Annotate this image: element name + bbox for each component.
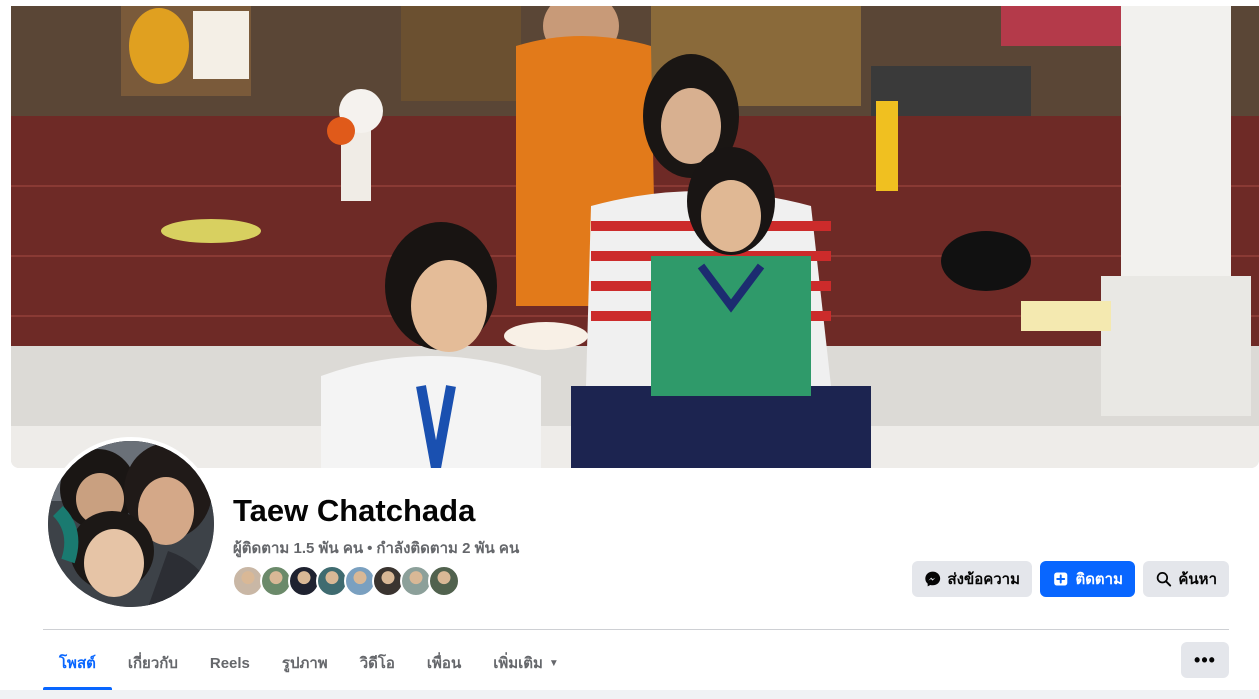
- tab-friends-label: เพื่อน: [426, 655, 462, 672]
- profile-avatar[interactable]: [44, 437, 218, 611]
- tab-videos-label: วิดีโอ: [359, 655, 395, 672]
- tab-reels[interactable]: Reels: [194, 636, 266, 690]
- tab-photos[interactable]: รูปภาพ: [266, 636, 344, 690]
- profile-page: Taew Chatchada ผู้ติดตาม 1.5 พัน คน • กำลั…: [0, 0, 1259, 699]
- tab-posts-label: โพสต์: [59, 655, 96, 672]
- search-button-label: ค้นหา: [1178, 571, 1217, 588]
- feed-background: [0, 690, 1259, 699]
- followers-count[interactable]: ผู้ติดตาม 1.5 พัน คน: [233, 540, 363, 557]
- follow-button-label: ติดตาม: [1075, 571, 1123, 588]
- profile-name: Taew Chatchada: [233, 493, 476, 528]
- tab-posts[interactable]: โพสต์: [43, 636, 112, 690]
- stats-separator: •: [367, 540, 373, 557]
- follow-stats: ผู้ติดตาม 1.5 พัน คน • กำลังติดตาม 2 พัน ค…: [233, 536, 519, 560]
- search-icon: [1156, 572, 1172, 587]
- tab-about-label: เกี่ยวกับ: [127, 655, 178, 672]
- tab-more-label: เพิ่มเติม: [493, 655, 543, 672]
- tab-videos[interactable]: วิดีโอ: [344, 636, 411, 690]
- profile-tabs: โพสต์ เกี่ยวกับ Reels รูปภาพ วิดีโอ เพื่…: [43, 636, 575, 690]
- tab-more[interactable]: เพิ่มเติม ▼: [477, 636, 575, 690]
- more-options-button[interactable]: •••: [1181, 642, 1229, 678]
- friend-avatar-stack[interactable]: [232, 565, 460, 597]
- header-divider: [43, 629, 1229, 630]
- messenger-icon: [925, 571, 941, 587]
- cover-photo[interactable]: [11, 6, 1259, 468]
- avatar-image: [48, 441, 214, 607]
- tab-reels-label: Reels: [209, 654, 250, 672]
- follow-add-icon: [1054, 572, 1068, 586]
- friend-avatar[interactable]: [428, 565, 460, 597]
- message-button[interactable]: ส่งข้อความ: [912, 561, 1032, 597]
- follow-button[interactable]: ติดตาม: [1040, 561, 1135, 597]
- avatar-illustration: [48, 441, 214, 607]
- tab-photos-label: รูปภาพ: [281, 655, 328, 672]
- more-options-icon: •••: [1194, 649, 1216, 670]
- following-count[interactable]: กำลังติดตาม 2 พัน คน: [376, 540, 519, 557]
- message-button-label: ส่งข้อความ: [947, 571, 1020, 588]
- tab-friends[interactable]: เพื่อน: [411, 636, 477, 690]
- cover-photo-illustration: [11, 6, 1259, 468]
- search-button[interactable]: ค้นหา: [1143, 561, 1229, 597]
- caret-down-icon: ▼: [548, 657, 559, 669]
- tab-about[interactable]: เกี่ยวกับ: [112, 636, 194, 690]
